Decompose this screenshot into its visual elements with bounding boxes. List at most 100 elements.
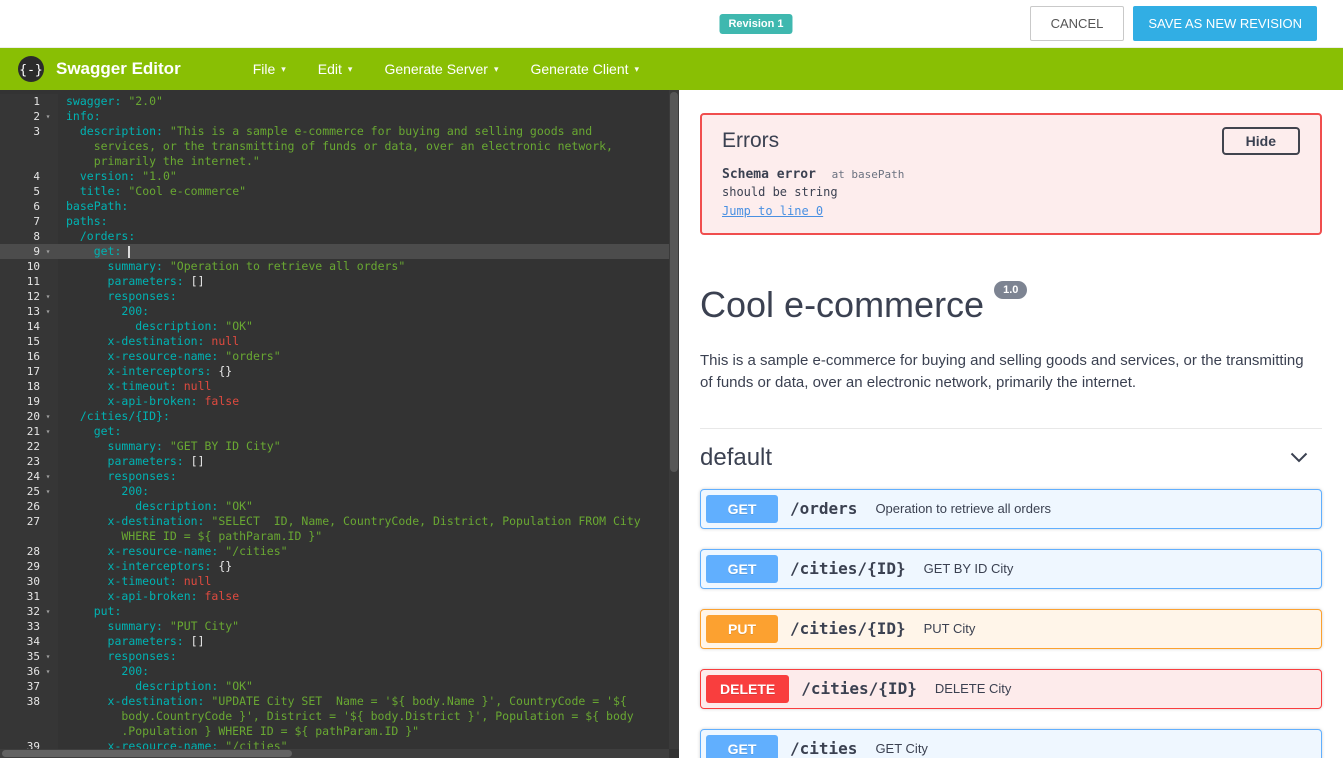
editor-gutter: 12▾ [0,289,58,304]
code-text: swagger: "2.0" [58,94,163,109]
code-text: x-resource-name: "orders" [58,349,281,364]
editor-line[interactable]: 27 x-destination: "SELECT ID, Name, Coun… [0,514,679,529]
editor-line[interactable]: 28 x-resource-name: "/cities" [0,544,679,559]
editor-line[interactable]: 1 swagger: "2.0" [0,94,679,109]
code-text: x-destination: "UPDATE City SET Name = '… [58,694,627,709]
fold-icon[interactable]: ▾ [40,289,56,304]
editor-line[interactable]: 21▾ get: [0,424,679,439]
fold-icon[interactable]: ▾ [40,109,56,124]
editor-line[interactable]: body.CountryCode }', District = '${ body… [0,709,679,724]
editor-line[interactable]: 18 x-timeout: null [0,379,679,394]
editor-line[interactable]: .Population } WHERE ID = ${ pathParam.ID… [0,724,679,739]
api-description: This is a sample e-commerce for buying a… [700,350,1304,394]
editor-line[interactable]: 32▾ put: [0,604,679,619]
menu-label: Edit [318,61,342,77]
editor-line[interactable]: 15 x-destination: null [0,334,679,349]
fold-icon[interactable]: ▾ [40,424,56,439]
editor-line[interactable]: 7paths: [0,214,679,229]
editor-line[interactable]: 12▾ responses: [0,289,679,304]
operation-get-orders[interactable]: GET/ordersOperation to retrieve all orde… [700,489,1322,529]
editor-line[interactable]: 16 x-resource-name: "orders" [0,349,679,364]
cancel-button[interactable]: CANCEL [1030,6,1125,41]
fold-icon[interactable]: ▾ [40,304,56,319]
editor-line[interactable]: 2▾info: [0,109,679,124]
editor-line[interactable]: 33 summary: "PUT City" [0,619,679,634]
editor-line[interactable]: WHERE ID = ${ pathParam.ID }" [0,529,679,544]
editor-line[interactable]: 11 parameters: [] [0,274,679,289]
editor-line[interactable]: 25▾ 200: [0,484,679,499]
operation-get-citiesID[interactable]: GET/cities/{ID}GET BY ID City [700,549,1322,589]
code-text: x-destination: null [58,334,239,349]
editor-gutter: 35▾ [0,649,58,664]
editor-line[interactable]: 8 /orders: [0,229,679,244]
editor-gutter: 31 [0,589,58,604]
section-default-header[interactable]: default [700,429,1322,485]
editor-line[interactable]: 4 version: "1.0" [0,169,679,184]
editor-line[interactable]: 17 x-interceptors: {} [0,364,679,379]
horizontal-scrollbar-thumb[interactable] [2,750,292,757]
line-number: 29 [0,559,40,574]
menu-generate-server[interactable]: Generate Server▾ [368,48,514,90]
editor-line[interactable]: 35▾ responses: [0,649,679,664]
menu-edit[interactable]: Edit▾ [302,48,369,90]
editor-line[interactable]: 14 description: "OK" [0,319,679,334]
editor-line[interactable]: 30 x-timeout: null [0,574,679,589]
vertical-scrollbar[interactable] [669,90,679,749]
editor-line[interactable]: 29 x-interceptors: {} [0,559,679,574]
code-editor[interactable]: 1 swagger: "2.0"2▾info:3 description: "Th… [0,90,679,758]
swagger-logo-icon: {-} [16,54,46,84]
operation-put-citiesID[interactable]: PUT/cities/{ID}PUT City [700,609,1322,649]
editor-line[interactable]: 10 summary: "Operation to retrieve all o… [0,259,679,274]
editor-gutter: 29 [0,559,58,574]
editor-line[interactable]: 20▾ /cities/{ID}: [0,409,679,424]
code-text: x-timeout: null [58,379,211,394]
operation-delete-citiesID[interactable]: DELETE/cities/{ID}DELETE City [700,669,1322,709]
method-badge: GET [706,555,778,583]
code-text: put: [58,604,121,619]
editor-line[interactable]: 9▾ get: [0,244,679,259]
error-message: Schema error [722,167,816,182]
editor-line[interactable]: services, or the transmitting of funds o… [0,139,679,154]
editor-line[interactable]: 22 summary: "GET BY ID City" [0,439,679,454]
fold-icon[interactable]: ▾ [40,244,56,259]
hide-errors-button[interactable]: Hide [1222,127,1300,155]
editor-line[interactable]: 37 description: "OK" [0,679,679,694]
fold-icon[interactable]: ▾ [40,469,56,484]
editor-line[interactable]: 19 x-api-broken: false [0,394,679,409]
editor-gutter [0,724,58,739]
editor-line[interactable]: 36▾ 200: [0,664,679,679]
editor-line[interactable]: 34 parameters: [] [0,634,679,649]
editor-line[interactable]: 26 description: "OK" [0,499,679,514]
api-version-badge: 1.0 [994,281,1027,299]
chevron-down-icon[interactable] [1290,452,1308,463]
fold-icon[interactable]: ▾ [40,604,56,619]
text-cursor [128,246,130,258]
editor-line[interactable]: 38 x-destination: "UPDATE City SET Name … [0,694,679,709]
line-number: 17 [0,364,40,379]
api-info-section: Cool e-commerce 1.0 This is a sample e-c… [679,287,1343,394]
operation-get-cities[interactable]: GET/citiesGET City [700,729,1322,758]
editor-line[interactable]: primarily the internet." [0,154,679,169]
header-menus: File▾Edit▾Generate Server▾Generate Clien… [237,48,655,90]
vertical-scrollbar-thumb[interactable] [670,92,678,472]
jump-to-line-link[interactable]: Jump to line 0 [722,204,823,218]
save-as-new-revision-button[interactable]: SAVE AS NEW REVISION [1133,6,1317,41]
fold-icon[interactable]: ▾ [40,664,56,679]
line-number: 25 [0,484,40,499]
fold-icon[interactable]: ▾ [40,409,56,424]
editor-line[interactable]: 23 parameters: [] [0,454,679,469]
editor-line[interactable]: 31 x-api-broken: false [0,589,679,604]
editor-line[interactable]: 24▾ responses: [0,469,679,484]
main-split: 1 swagger: "2.0"2▾info:3 description: "Th… [0,90,1343,758]
fold-icon[interactable]: ▾ [40,649,56,664]
line-number: 1 [0,94,40,109]
editor-line[interactable]: 6basePath: [0,199,679,214]
editor-line[interactable]: 5 title: "Cool e-commerce" [0,184,679,199]
operation-path: /cities [790,739,857,758]
menu-file[interactable]: File▾ [237,48,302,90]
menu-generate-client[interactable]: Generate Client▾ [514,48,655,90]
editor-line[interactable]: 3 description: "This is a sample e-comme… [0,124,679,139]
line-number: 15 [0,334,40,349]
editor-line[interactable]: 13▾ 200: [0,304,679,319]
fold-icon[interactable]: ▾ [40,484,56,499]
